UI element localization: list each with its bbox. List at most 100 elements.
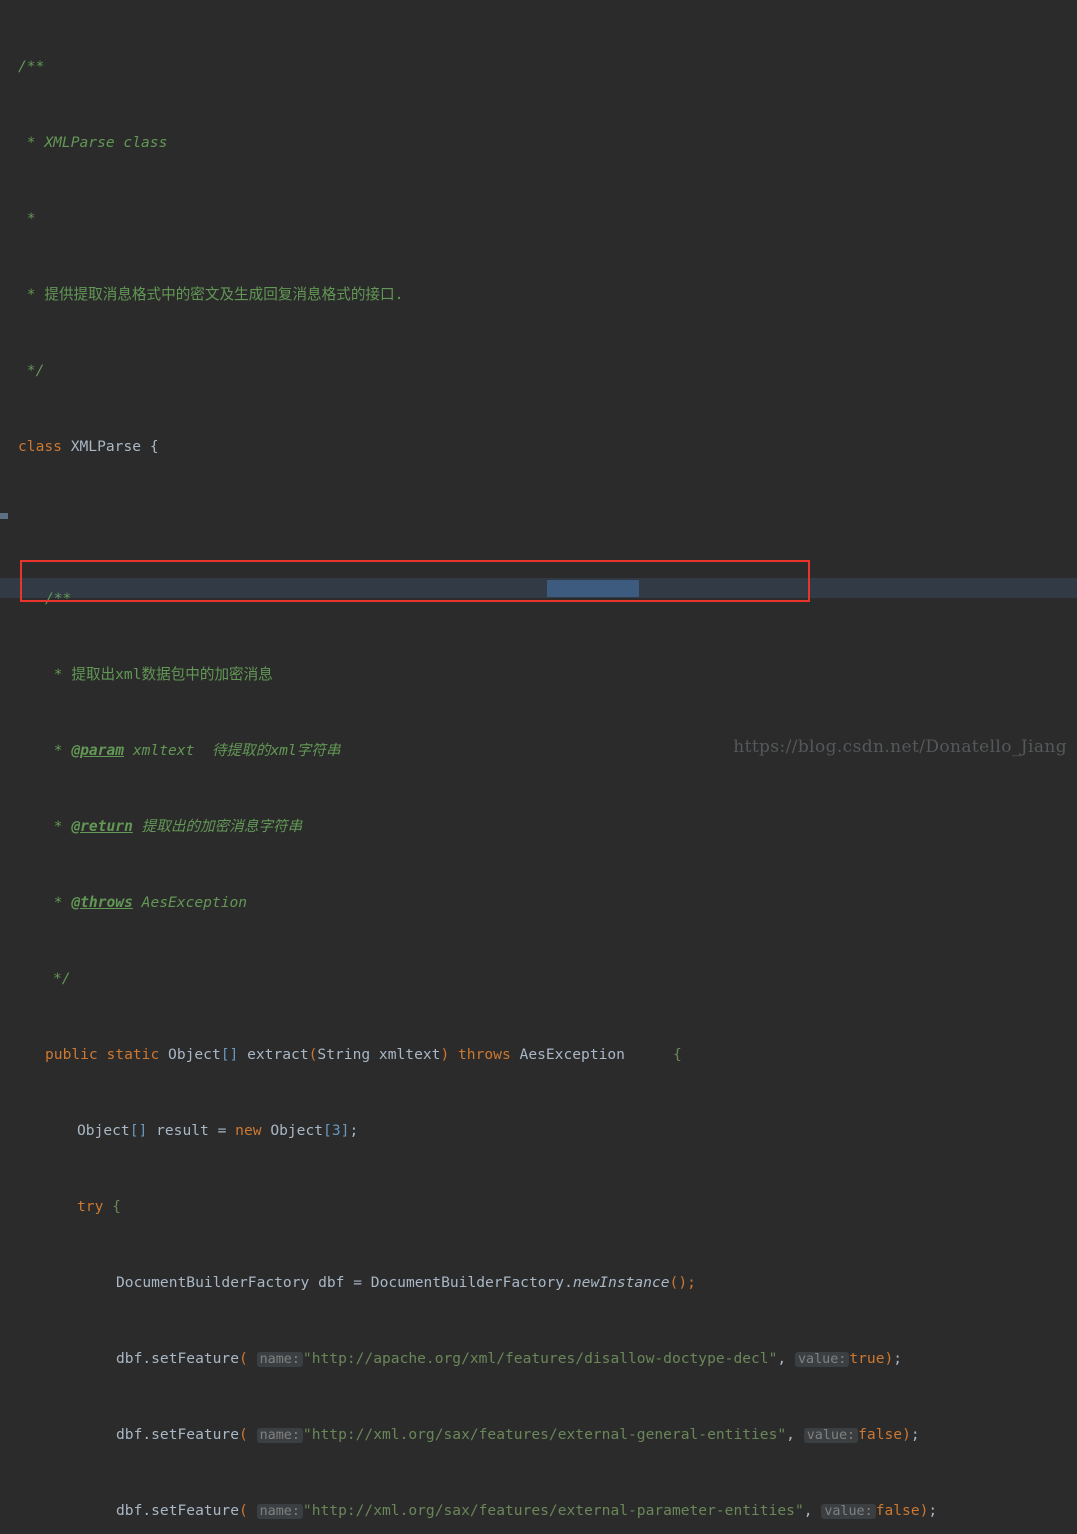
static-method-call: newInstance (572, 1274, 670, 1291)
return-type: Object (168, 1046, 221, 1063)
inlay-hint-value: value: (803, 1428, 859, 1443)
open-paren: ( (239, 1502, 248, 1519)
inlay-hint-name: name: (256, 1504, 303, 1519)
watermark-url: https://blog.csdn.net/Donatello_Jiang (733, 737, 1067, 757)
comment-text-cjk: 提供提取消息格式中的密文及生成回复消息格式的接口. (44, 286, 404, 303)
number-literal: 3 (331, 1122, 341, 1139)
inlay-hint-name: name: (256, 1352, 303, 1367)
code-line[interactable]: * 提取出xml数据包中的加密消息 (0, 665, 1077, 684)
semicolon: ; (928, 1502, 938, 1519)
close-paren: ) (884, 1350, 894, 1367)
keyword-public: public (45, 1046, 98, 1063)
javadoc-tag-return: @return (71, 818, 133, 835)
comment-star: * (45, 818, 72, 835)
boolean-literal: true (849, 1350, 885, 1367)
comment-star: * (45, 894, 72, 911)
keyword-try: try (77, 1198, 104, 1215)
code-line-setfeature[interactable]: dbf.setFeature( name: "http://xml.org/sax… (0, 1501, 1077, 1520)
string-literal: "http://xml.org/sax/features/external-ge… (302, 1426, 787, 1443)
type-name: Object (261, 1122, 324, 1139)
comment-star: * (18, 134, 45, 151)
call-parens: (); (669, 1274, 696, 1291)
code-line[interactable]: * 提供提取消息格式中的密文及生成回复消息格式的接口. (0, 285, 1077, 304)
open-bracket: [ (323, 1122, 332, 1139)
keyword-class: class (18, 438, 62, 455)
variable-name: result = (147, 1122, 236, 1139)
close-paren: ) (919, 1502, 929, 1519)
code-line[interactable]: * @return 提取出的加密消息字符串 (0, 817, 1077, 836)
method-call: dbf.setFeature (116, 1502, 240, 1519)
open-brace: { (103, 1198, 121, 1215)
code-line[interactable]: Object[] result = new Object[3]; (0, 1121, 1077, 1140)
inlay-hint-value: value: (821, 1504, 876, 1519)
keyword-new: new (235, 1122, 262, 1139)
gutter-change-marker[interactable] (0, 513, 8, 519)
code-line-method-signature[interactable]: public static Object[] extract(String xm… (0, 1045, 1077, 1064)
comment-text: /** (45, 590, 72, 607)
param-type: String (317, 1046, 371, 1063)
comment-text-cjk: 提取出xml数据包中的加密消息 (71, 666, 273, 683)
class-name: XMLParse (61, 438, 150, 455)
exception-type: AesException (519, 1046, 625, 1063)
code-line-setfeature[interactable]: dbf.setFeature( name: "http://xml.org/sax… (0, 1425, 1077, 1444)
close-paren: ) (902, 1426, 911, 1443)
boolean-literal: false (858, 1426, 903, 1443)
code-line[interactable]: * XMLParse class (0, 133, 1077, 152)
array-brackets: [] (220, 1046, 239, 1063)
method-name: extract (238, 1046, 309, 1063)
code-line[interactable]: */ (0, 361, 1077, 380)
comma: , (803, 1502, 822, 1519)
javadoc-tag-throws: @throws (71, 894, 133, 911)
code-line-class-decl[interactable]: class XMLParse { (0, 437, 1077, 456)
inlay-hint-value: value: (794, 1352, 850, 1367)
array-brackets: [] (129, 1122, 148, 1139)
code-line[interactable]: /** (0, 57, 1077, 76)
comma: , (777, 1350, 795, 1367)
comment-star: * (45, 666, 72, 683)
keyword-static: static (106, 1046, 160, 1063)
variable-assignment: dbf = DocumentBuilderFactory. (309, 1274, 573, 1291)
comma: , (786, 1426, 804, 1443)
code-line[interactable]: */ (0, 969, 1077, 988)
semicolon: ; (910, 1426, 920, 1443)
open-paren: ( (239, 1350, 248, 1367)
inlay-hint-name: name: (256, 1428, 303, 1443)
boolean-literal: false (875, 1502, 920, 1519)
comment-text: AesException (132, 894, 248, 911)
open-paren: ( (239, 1426, 248, 1443)
param-name: xmltext (370, 1046, 441, 1063)
code-line[interactable]: * (0, 209, 1077, 228)
comment-star: * (45, 742, 72, 759)
code-content[interactable]: /** * XMLParse class * * 提供提取消息格式中的密文及生成… (0, 0, 1077, 1519)
open-paren: ( (308, 1046, 318, 1063)
variable-type: Object (77, 1122, 130, 1139)
comment-text: */ (53, 970, 71, 987)
semicolon: ; (349, 1122, 359, 1139)
semicolon: ; (893, 1350, 903, 1367)
string-literal: "http://xml.org/sax/features/external-pa… (302, 1502, 804, 1519)
method-call: dbf.setFeature (116, 1426, 240, 1443)
open-brace: { (149, 438, 159, 455)
keyword-throws: throws (449, 1046, 520, 1063)
method-call: dbf.setFeature (116, 1350, 240, 1367)
open-brace: { (672, 1046, 682, 1063)
variable-type: DocumentBuilderFactory (116, 1274, 310, 1291)
comment-text: 提取出的加密消息字符串 (132, 818, 303, 835)
string-literal: "http://apache.org/xml/features/disallow… (302, 1350, 778, 1367)
javadoc-tag-param: @param (71, 742, 125, 759)
code-line[interactable]: DocumentBuilderFactory dbf = DocumentBui… (0, 1273, 1077, 1292)
close-paren: ) (440, 1046, 450, 1063)
code-line[interactable]: try { (0, 1197, 1077, 1216)
comment-text: XMLParse class (44, 134, 168, 151)
code-editor[interactable]: /** * XMLParse class * * 提供提取消息格式中的密文及生成… (0, 0, 1077, 1519)
comment-star: * (18, 286, 45, 303)
close-bracket: ] (340, 1122, 350, 1139)
code-line[interactable]: /** (0, 589, 1077, 608)
code-line[interactable]: * @throws AesException (0, 893, 1077, 912)
comment-text: */ (18, 362, 45, 379)
comment-text: * (18, 210, 36, 227)
comment-text: /** (18, 58, 45, 75)
comment-text: xmltext 待提取的xml字符串 (124, 742, 341, 759)
code-line-setfeature[interactable]: dbf.setFeature( name: "http://apache.org/… (0, 1349, 1077, 1368)
